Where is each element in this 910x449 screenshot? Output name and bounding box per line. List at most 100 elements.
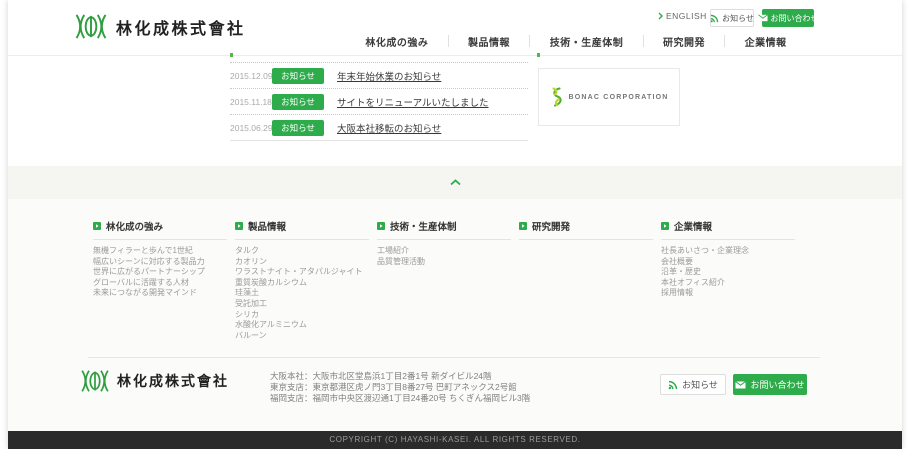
footer-link[interactable]: 工場紹介 xyxy=(377,246,511,257)
news-row: 2015.06.29 お知らせ 大阪本社移転のお知らせ xyxy=(230,114,528,140)
address-label: 東京支店 xyxy=(270,382,304,392)
footer-divider xyxy=(88,357,820,358)
footer-link[interactable]: グローバルに活躍する人材 xyxy=(93,278,227,289)
footer-column-title-label: 研究開発 xyxy=(532,219,570,233)
nav-item-technology[interactable]: 技術・生産体制 xyxy=(530,34,642,49)
footer-column-rnd: 研究開発 xyxy=(519,219,653,240)
footer-column-title[interactable]: 企業情報 xyxy=(661,219,795,240)
play-square-icon xyxy=(519,222,527,230)
address-separator: ： xyxy=(304,371,313,381)
footer-link[interactable]: カオリン xyxy=(235,257,369,268)
envelope-icon xyxy=(758,14,768,22)
footer-link[interactable]: バルーン xyxy=(235,331,369,342)
page: 林化成株式會社 ENGLISH お知らせ xyxy=(8,0,902,449)
company-logo-icon xyxy=(74,13,108,40)
footer-column-strengths: 林化成の強み 無機フィラーと歩んで1世紀 幅広いシーンに対応する製品力 世界に広… xyxy=(93,219,227,299)
footer-news-button[interactable]: お知らせ xyxy=(660,374,726,395)
address-row: 東京支店：東京都港区虎ノ門3丁目8番27号 巴町アネックス2号館 xyxy=(270,382,530,393)
header-accent-tick xyxy=(230,53,233,57)
footer-column-items: 工場紹介 品質管理活動 xyxy=(377,246,511,267)
footer-addresses: 大阪本社：大阪市北区堂島浜1丁目2番1号 新ダイビル24階 東京支店：東京都港区… xyxy=(270,371,530,404)
footer-link[interactable]: 本社オフィス紹介 xyxy=(661,278,795,289)
rss-icon xyxy=(710,14,719,23)
address-row: 大阪本社：大阪市北区堂島浜1丁目2番1号 新ダイビル24階 xyxy=(270,371,530,382)
header-news-button[interactable]: お知らせ xyxy=(710,9,754,27)
header-logo[interactable]: 林化成株式會社 xyxy=(74,13,246,40)
footer-link[interactable]: 沿革・歴史 xyxy=(661,267,795,278)
footer-link[interactable]: ワラストナイト・アタパルジャイト xyxy=(235,267,369,278)
news-link[interactable]: 年末年始休業のお知らせ xyxy=(337,69,441,83)
news-link[interactable]: 大阪本社移転のお知らせ xyxy=(337,121,441,135)
footer-column-title[interactable]: 技術・生産体制 xyxy=(377,219,511,240)
footer-link[interactable]: 社長あいさつ・企業理念 xyxy=(661,246,795,257)
company-logo-icon xyxy=(80,369,110,393)
address-label: 大阪本社 xyxy=(270,371,304,381)
footer-logo[interactable]: 林化成株式會社 xyxy=(80,369,229,393)
footer-link[interactable]: 採用情報 xyxy=(661,288,795,299)
footer-link[interactable]: 会社概要 xyxy=(661,257,795,268)
envelope-icon xyxy=(735,381,746,389)
news-category-badge: お知らせ xyxy=(272,68,324,84)
news-row: 2015.12.09 お知らせ 年末年始休業のお知らせ xyxy=(230,62,528,88)
address-separator: ： xyxy=(304,393,313,403)
english-label: ENGLISH xyxy=(666,11,707,21)
chevron-up-icon xyxy=(450,179,461,186)
nav-item-strengths[interactable]: 林化成の強み xyxy=(346,34,448,49)
nav-item-products[interactable]: 製品情報 xyxy=(449,34,530,49)
news-date: 2015.11.18 xyxy=(230,97,272,107)
footer-link[interactable]: 未来につながる開発マインド xyxy=(93,288,227,299)
helix-icon xyxy=(550,87,563,107)
nav-item-company[interactable]: 企業情報 xyxy=(725,34,806,49)
footer-link[interactable]: 世界に広がるパートナーシップ xyxy=(93,267,227,278)
back-to-top-strip xyxy=(8,166,902,199)
footer-column-items: タルク カオリン ワラストナイト・アタパルジャイト 重質炭酸カルシウム 珪藻土 … xyxy=(235,246,369,341)
news-list: 2015.12.09 お知らせ 年末年始休業のお知らせ 2015.11.18 お… xyxy=(230,62,528,141)
footer-link[interactable]: 珪藻土 xyxy=(235,288,369,299)
copyright-bar: COPYRIGHT (C) HAYASHI-KASEI. ALL RIGHTS … xyxy=(8,431,902,449)
play-square-icon xyxy=(661,222,669,230)
footer-column-title-label: 製品情報 xyxy=(248,219,286,233)
header: 林化成株式會社 ENGLISH お知らせ xyxy=(8,0,902,56)
footer-contact-button[interactable]: お問い合わせ xyxy=(733,374,807,395)
footer-link[interactable]: シリカ xyxy=(235,310,369,321)
footer-link[interactable]: 重質炭酸カルシウム xyxy=(235,278,369,289)
main-nav: 林化成の強み 製品情報 技術・生産体制 研究開発 企業情報 xyxy=(346,28,806,54)
rss-icon xyxy=(668,380,678,390)
bonac-banner-label: BONAC CORPORATION xyxy=(569,94,669,101)
footer-column-title-label: 林化成の強み xyxy=(106,219,163,233)
footer: 林化成の強み 無機フィラーと歩んで1世紀 幅広いシーンに対応する製品力 世界に広… xyxy=(8,199,902,431)
header-contact-button[interactable]: お問い合わせ xyxy=(762,9,814,27)
nav-item-rnd[interactable]: 研究開発 xyxy=(644,34,725,49)
news-date: 2015.12.09 xyxy=(230,71,272,81)
footer-column-products: 製品情報 タルク カオリン ワラストナイト・アタパルジャイト 重質炭酸カルシウム… xyxy=(235,219,369,341)
bonac-banner[interactable]: BONAC CORPORATION xyxy=(538,68,680,126)
footer-column-technology: 技術・生産体制 工場紹介 品質管理活動 xyxy=(377,219,511,267)
company-name: 林化成株式會社 xyxy=(117,371,229,391)
footer-link[interactable]: 水酸化アルミニウム xyxy=(235,320,369,331)
news-row: 2015.11.18 お知らせ サイトをリニューアルいたしました xyxy=(230,88,528,114)
footer-column-items: 社長あいさつ・企業理念 会社概要 沿革・歴史 本社オフィス紹介 採用情報 xyxy=(661,246,795,299)
footer-link[interactable]: 幅広いシーンに対応する製品力 xyxy=(93,257,227,268)
address-separator: ： xyxy=(304,382,313,392)
address-row: 福岡支店：福岡市中央区渡辺通1丁目24番20号 ちくぎん福岡ビル3階 xyxy=(270,393,530,404)
back-to-top-button[interactable] xyxy=(435,166,475,199)
footer-contact-button-label: お問い合わせ xyxy=(750,378,804,391)
footer-column-title[interactable]: 製品情報 xyxy=(235,219,369,240)
footer-news-button-label: お知らせ xyxy=(682,378,718,391)
footer-link[interactable]: 品質管理活動 xyxy=(377,257,511,268)
footer-column-title[interactable]: 研究開発 xyxy=(519,219,653,240)
address-label: 福岡支店 xyxy=(270,393,304,403)
footer-column-company: 企業情報 社長あいさつ・企業理念 会社概要 沿革・歴史 本社オフィス紹介 採用情… xyxy=(661,219,795,299)
company-name: 林化成株式會社 xyxy=(116,15,246,39)
chevron-right-icon xyxy=(658,12,663,20)
play-square-icon xyxy=(235,222,243,230)
footer-column-title[interactable]: 林化成の強み xyxy=(93,219,227,240)
news-link[interactable]: サイトをリニューアルいたしました xyxy=(337,95,489,109)
footer-column-items: 無機フィラーと歩んで1世紀 幅広いシーンに対応する製品力 世界に広がるパートナー… xyxy=(93,246,227,299)
footer-link[interactable]: 無機フィラーと歩んで1世紀 xyxy=(93,246,227,257)
english-link[interactable]: ENGLISH xyxy=(658,11,707,21)
footer-link[interactable]: 受託加工 xyxy=(235,299,369,310)
footer-column-title-label: 技術・生産体制 xyxy=(390,219,457,233)
footer-link[interactable]: タルク xyxy=(235,246,369,257)
copyright-text: COPYRIGHT (C) HAYASHI-KASEI. ALL RIGHTS … xyxy=(329,435,580,444)
